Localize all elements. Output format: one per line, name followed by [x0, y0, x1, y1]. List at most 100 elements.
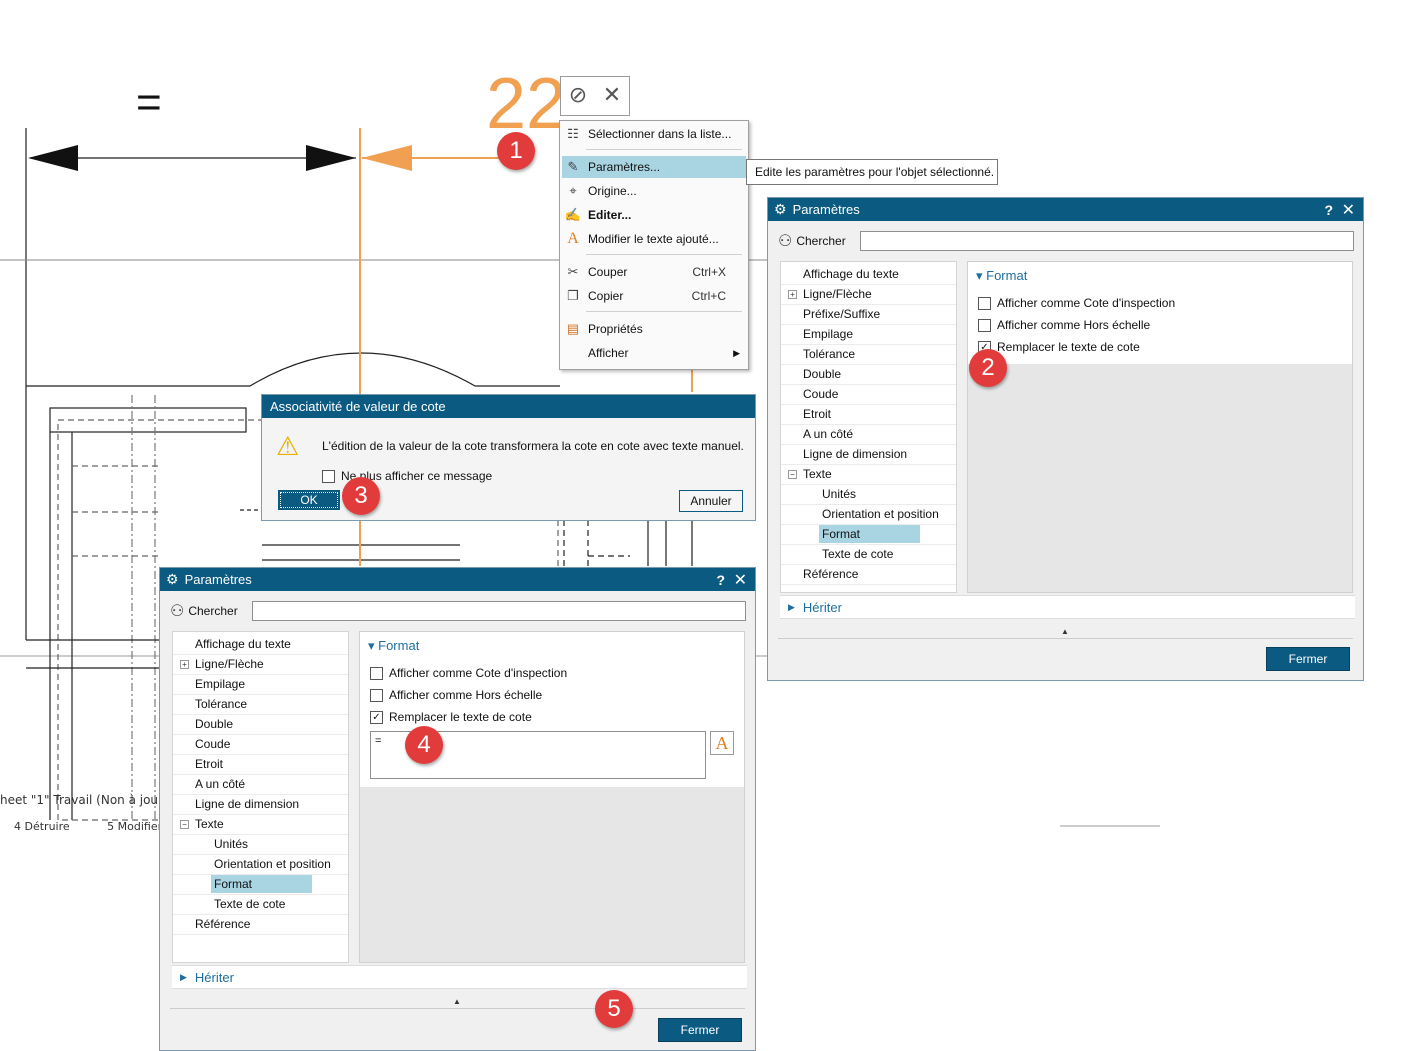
parameters-dialog-left: ⚙ Paramètres ? ✕ ⚇ Chercher Affichage du…: [159, 567, 756, 1051]
dialog-title-bar[interactable]: ⚙ Paramètres ? ✕: [160, 568, 755, 591]
tree-item[interactable]: Etroit: [781, 404, 956, 425]
select-list-icon: ☷: [567, 126, 579, 141]
inherit-section[interactable]: ▶ Hériter: [172, 965, 747, 989]
cancel-button[interactable]: Annuler: [679, 490, 743, 512]
gear-icon: ⚙: [774, 201, 787, 217]
dimension-equal-text[interactable]: =: [136, 78, 162, 128]
tree-item[interactable]: Tolérance: [173, 694, 348, 715]
tree-item[interactable]: Ligne de dimension: [781, 444, 956, 465]
search-row: ⚇ Chercher: [778, 229, 846, 253]
tree-item[interactable]: Etroit: [173, 754, 348, 775]
dialog-title: Associativité de valeur de cote: [270, 399, 446, 414]
checkbox[interactable]: [978, 318, 991, 332]
menu-item-properties[interactable]: ▤ Propriétés: [562, 318, 746, 340]
text-a-icon[interactable]: A: [710, 731, 734, 755]
menu-item-edit[interactable]: ✍ Editer...: [562, 204, 746, 226]
tree-item[interactable]: Empilage: [781, 324, 956, 345]
menu-item-origin[interactable]: ⌖ Origine...: [562, 180, 746, 202]
search-input[interactable]: [252, 601, 746, 621]
tree-item[interactable]: Référence: [173, 914, 348, 935]
tree-item[interactable]: + Ligne/Flèche: [173, 654, 348, 675]
tree-item[interactable]: − Texte: [781, 464, 956, 485]
menu-item-show[interactable]: Afficher ▶: [562, 342, 746, 364]
tree-item[interactable]: Orientation et position: [781, 504, 956, 525]
ok-button[interactable]: OK: [278, 490, 340, 510]
option-out-of-scale[interactable]: Afficher comme Hors échelle: [370, 688, 542, 702]
option-replace-text[interactable]: ✓ Remplacer le texte de cote: [370, 710, 532, 724]
format-section: ▾ Format Afficher comme Cote d'inspectio…: [360, 632, 744, 787]
close-button[interactable]: Fermer: [1266, 647, 1350, 671]
tree-item[interactable]: Affichage du texte: [781, 264, 956, 285]
context-menu: ☷ Sélectionner dans la liste... ✎ Paramè…: [559, 120, 749, 370]
tree-item[interactable]: Texte de cote: [173, 894, 348, 915]
modify-tool[interactable]: 5 Modifier: [107, 820, 162, 833]
menu-item-cut[interactable]: ✂ Couper Ctrl+X: [562, 261, 746, 283]
dialog-title-bar[interactable]: ⚙ Paramètres ? ✕: [768, 198, 1363, 221]
tree-item[interactable]: Empilage: [173, 674, 348, 695]
tree-item[interactable]: Ligne de dimension: [173, 794, 348, 815]
tree-item[interactable]: A un côté: [173, 774, 348, 795]
checkbox[interactable]: [978, 296, 991, 310]
dimension-value-text[interactable]: 22: [486, 68, 566, 140]
caret-right-icon: ▶: [180, 971, 187, 982]
tree-item[interactable]: Coude: [173, 734, 348, 755]
dialog-title-bar[interactable]: Associativité de valeur de cote: [262, 395, 755, 418]
step-badge-5: 5: [595, 990, 633, 1028]
dialog-message: L'édition de la valeur de la cote transf…: [322, 439, 744, 453]
close-icon[interactable]: ✕: [603, 85, 621, 107]
tree-item[interactable]: Unités: [781, 484, 956, 505]
checkbox[interactable]: [370, 688, 383, 702]
checkbox[interactable]: [322, 469, 335, 483]
checkbox[interactable]: [370, 666, 383, 680]
step-badge-2: 2: [969, 349, 1007, 387]
close-button[interactable]: Fermer: [658, 1018, 742, 1042]
tree-item[interactable]: Orientation et position: [173, 854, 348, 875]
step-badge-3: 3: [342, 477, 380, 515]
step-badge-1: 1: [497, 132, 535, 170]
menu-item-parameters[interactable]: ✎ Paramètres...: [562, 156, 746, 178]
tree-item-selected[interactable]: Format: [173, 874, 348, 895]
settings-pen-icon: ✎: [567, 159, 579, 174]
menu-item-modify-text[interactable]: A Modifier le texte ajouté...: [562, 228, 746, 250]
tree-item-selected[interactable]: Format: [781, 524, 956, 545]
checkbox-checked[interactable]: ✓: [370, 710, 383, 724]
mini-toolbar: ⊘ ✕: [560, 76, 630, 116]
tree-item[interactable]: Préfixe/Suffixe: [781, 304, 956, 325]
tree-item[interactable]: Unités: [173, 834, 348, 855]
origin-icon: ⌖: [569, 183, 577, 198]
dialog-title: Paramètres: [184, 572, 252, 587]
tree-item[interactable]: Coude: [781, 384, 956, 405]
option-inspection[interactable]: Afficher comme Cote d'inspection: [370, 666, 567, 680]
search-input[interactable]: [860, 231, 1354, 251]
option-inspection[interactable]: Afficher comme Cote d'inspection: [978, 296, 1175, 310]
inherit-section[interactable]: ▶ Hériter: [780, 595, 1355, 619]
collapse-caret-icon[interactable]: ▲: [1061, 627, 1069, 636]
close-icon[interactable]: ✕: [1342, 200, 1355, 220]
format-section-header[interactable]: ▾ Format: [976, 268, 1027, 284]
eye-hidden-icon[interactable]: ⊘: [569, 85, 587, 107]
help-icon[interactable]: ?: [716, 572, 725, 588]
search-row: ⚇ Chercher: [170, 599, 238, 623]
tree-item[interactable]: − Texte: [173, 814, 348, 835]
gear-icon: ⚙: [166, 571, 179, 587]
tree-item[interactable]: Texte de cote: [781, 544, 956, 565]
tree-item[interactable]: Double: [173, 714, 348, 735]
help-icon[interactable]: ?: [1324, 202, 1333, 218]
binoculars-icon: ⚇: [778, 233, 793, 250]
destroy-tool[interactable]: 4 Détruire: [14, 820, 70, 833]
tree-item[interactable]: Double: [781, 364, 956, 385]
format-section-header[interactable]: ▾ Format: [368, 638, 419, 654]
tree-item[interactable]: Affichage du texte: [173, 634, 348, 655]
menu-item-select-list[interactable]: ☷ Sélectionner dans la liste...: [562, 123, 746, 145]
format-section: ▾ Format Afficher comme Cote d'inspectio…: [968, 262, 1352, 364]
tree-item[interactable]: A un côté: [781, 424, 956, 445]
binoculars-icon: ⚇: [170, 603, 185, 620]
tree-item[interactable]: Référence: [781, 564, 956, 585]
menu-item-copy[interactable]: ❐ Copier Ctrl+C: [562, 285, 746, 307]
option-replace-text[interactable]: ✓ Remplacer le texte de cote: [978, 340, 1140, 354]
tree-item[interactable]: + Ligne/Flèche: [781, 284, 956, 305]
option-out-of-scale[interactable]: Afficher comme Hors échelle: [978, 318, 1150, 332]
close-icon[interactable]: ✕: [734, 570, 747, 590]
collapse-caret-icon[interactable]: ▲: [453, 997, 461, 1006]
tree-item[interactable]: Tolérance: [781, 344, 956, 365]
